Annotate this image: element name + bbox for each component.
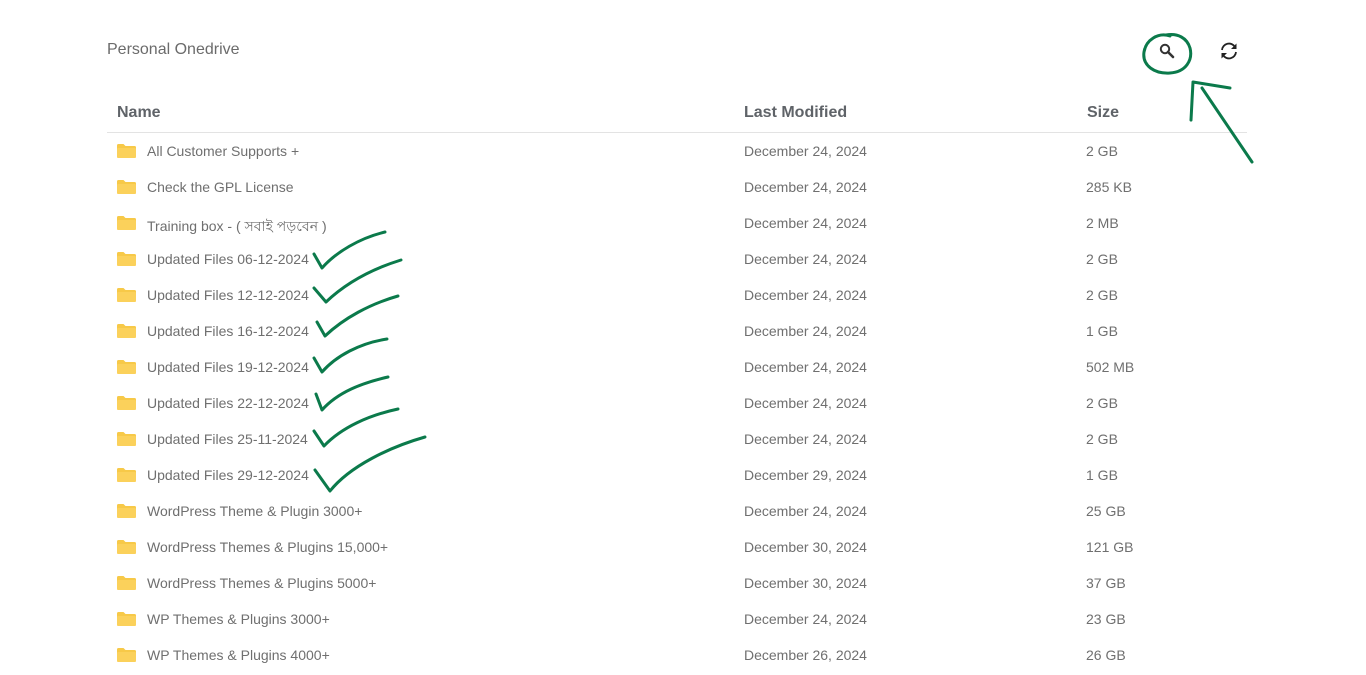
file-size: 1 GB [1086, 323, 1118, 339]
file-name[interactable]: Updated Files 06-12-2024 [147, 251, 309, 267]
page-title: Personal Onedrive [107, 41, 240, 58]
file-size: 26 GB [1086, 647, 1126, 663]
file-name[interactable]: WP Themes & Plugins 3000+ [147, 611, 330, 627]
column-header-name[interactable]: Name [117, 104, 161, 122]
file-row[interactable]: Updated Files 19-12-2024 December 24, 202… [107, 349, 1247, 385]
folder-icon [117, 432, 136, 446]
file-name[interactable]: WordPress Themes & Plugins 15,000+ [147, 539, 388, 555]
folder-icon [117, 612, 136, 626]
folder-icon [117, 504, 136, 518]
folder-icon [117, 468, 136, 482]
file-row[interactable]: Check the GPL License December 24, 2024 28… [107, 169, 1247, 205]
folder-icon [117, 540, 136, 554]
file-size: 2 GB [1086, 251, 1118, 267]
file-size: 23 GB [1086, 611, 1126, 627]
folder-icon [117, 648, 136, 662]
file-modified-date: December 24, 2024 [744, 611, 867, 627]
file-modified-date: December 29, 2024 [744, 467, 867, 483]
folder-icon [117, 576, 136, 590]
file-modified-date: December 24, 2024 [744, 215, 867, 231]
file-modified-date: December 24, 2024 [744, 179, 867, 195]
file-size: 2 GB [1086, 143, 1118, 159]
file-name[interactable]: Updated Files 16-12-2024 [147, 323, 309, 339]
file-modified-date: December 30, 2024 [744, 539, 867, 555]
folder-icon [117, 360, 136, 374]
file-row[interactable]: WP Themes & Plugins 4000+ December 26, 20… [107, 637, 1247, 673]
file-name[interactable]: WordPress Themes & Plugins 5000+ [147, 575, 376, 591]
folder-icon [117, 144, 136, 158]
file-size: 121 GB [1086, 539, 1134, 555]
file-modified-date: December 24, 2024 [744, 323, 867, 339]
file-size: 37 GB [1086, 575, 1126, 591]
folder-icon [117, 216, 136, 230]
file-row[interactable]: Updated Files 06-12-2024 December 24, 202… [107, 241, 1247, 277]
folder-icon [117, 396, 136, 410]
file-name[interactable]: All Customer Supports + [147, 143, 299, 159]
folder-icon [117, 324, 136, 338]
file-row[interactable]: Updated Files 12-12-2024 December 24, 202… [107, 277, 1247, 313]
file-row[interactable]: Updated Files 16-12-2024 December 24, 202… [107, 313, 1247, 349]
file-modified-date: December 24, 2024 [744, 287, 867, 303]
file-row[interactable]: WordPress Themes & Plugins 15,000+ Decemb… [107, 529, 1247, 565]
file-modified-date: December 24, 2024 [744, 395, 867, 411]
file-modified-date: December 24, 2024 [744, 143, 867, 159]
file-name[interactable]: Training box - ( সবাই পড়বেন ) [147, 215, 327, 239]
folder-icon [117, 288, 136, 302]
file-row[interactable]: WordPress Theme & Plugin 3000+ December 2… [107, 493, 1247, 529]
file-name[interactable]: Updated Files 19-12-2024 [147, 359, 309, 375]
file-size: 2 GB [1086, 287, 1118, 303]
file-modified-date: December 24, 2024 [744, 359, 867, 375]
file-name[interactable]: Updated Files 22-12-2024 [147, 395, 309, 411]
file-size: 2 GB [1086, 395, 1118, 411]
file-size: 285 KB [1086, 179, 1132, 195]
file-modified-date: December 26, 2024 [744, 647, 867, 663]
file-row[interactable]: WordPress Themes & Plugins 5000+ December… [107, 565, 1247, 601]
file-modified-date: December 30, 2024 [744, 575, 867, 591]
file-list: All Customer Supports + December 24, 2024… [107, 133, 1247, 673]
file-name[interactable]: Updated Files 12-12-2024 [147, 287, 309, 303]
file-size: 2 MB [1086, 215, 1119, 231]
file-browser: Personal Onedrive Name Last Modified Siz… [0, 0, 1366, 675]
file-row[interactable]: Updated Files 25-11-2024 December 24, 202… [107, 421, 1247, 457]
file-name[interactable]: WordPress Theme & Plugin 3000+ [147, 503, 362, 519]
file-name[interactable]: Updated Files 25-11-2024 [147, 431, 308, 447]
file-row[interactable]: All Customer Supports + December 24, 2024… [107, 133, 1247, 169]
table-header: Name Last Modified Size [107, 94, 1247, 133]
search-button[interactable] [1155, 39, 1179, 63]
folder-icon [117, 252, 136, 266]
file-row[interactable]: WP Themes & Plugins 3000+ December 24, 20… [107, 601, 1247, 637]
folder-icon [117, 180, 136, 194]
file-row[interactable]: Training box - ( সবাই পড়বেন ) December 2… [107, 205, 1247, 241]
file-row[interactable]: Updated Files 29-12-2024 December 29, 202… [107, 457, 1247, 493]
file-size: 1 GB [1086, 467, 1118, 483]
column-header-size[interactable]: Size [1087, 104, 1119, 122]
file-size: 25 GB [1086, 503, 1126, 519]
refresh-button[interactable] [1217, 39, 1241, 63]
file-modified-date: December 24, 2024 [744, 503, 867, 519]
file-name[interactable]: WP Themes & Plugins 4000+ [147, 647, 330, 663]
file-row[interactable]: Updated Files 22-12-2024 December 24, 202… [107, 385, 1247, 421]
refresh-icon [1221, 42, 1237, 60]
column-header-last-modified[interactable]: Last Modified [744, 104, 847, 122]
file-size: 502 MB [1086, 359, 1135, 375]
file-name[interactable]: Updated Files 29-12-2024 [147, 467, 309, 483]
search-icon [1159, 43, 1175, 59]
file-name[interactable]: Check the GPL License [147, 179, 294, 195]
file-modified-date: December 24, 2024 [744, 431, 867, 447]
file-modified-date: December 24, 2024 [744, 251, 867, 267]
file-size: 2 GB [1086, 431, 1118, 447]
